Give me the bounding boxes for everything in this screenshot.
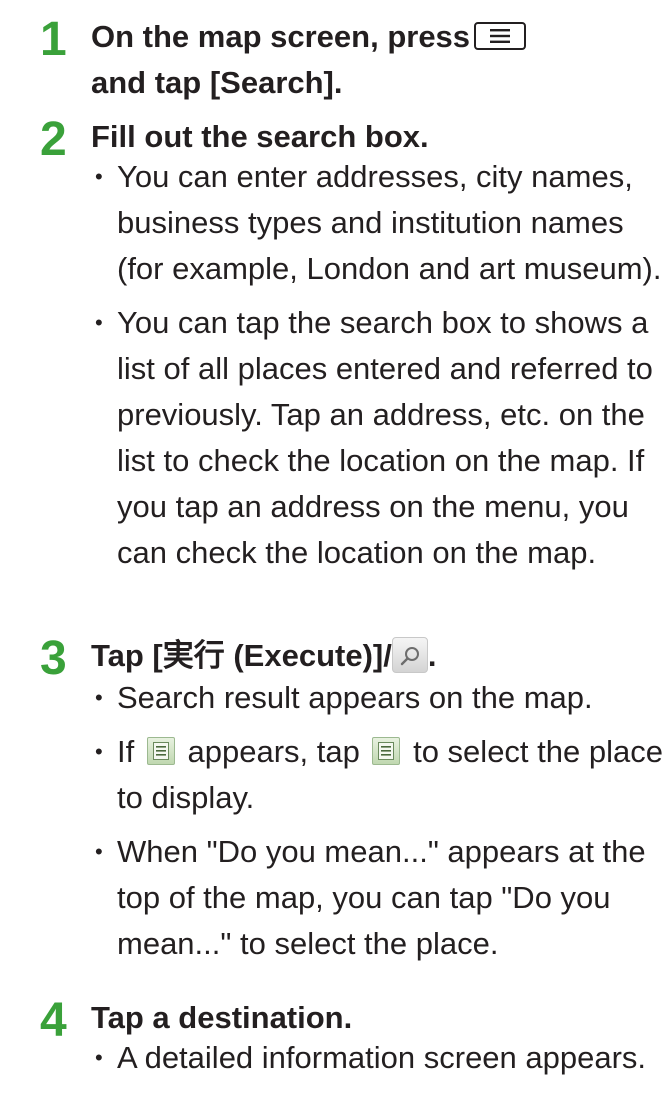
list-item: You can tap the search box to shows a li… [91,300,663,576]
step-4: 4 Tap a destination. A detailed informat… [0,995,666,1115]
step-3: 3 Tap [実行 (Execute)]/. Search result app… [0,633,666,983]
step-title: Tap [実行 (Execute)]/. [91,633,436,679]
list-item: If appears, tap to select the place to d… [91,729,663,821]
bullet-list: Search result appears on the map. If app… [91,675,663,967]
list-icon [372,736,401,765]
bullet-list: A detailed information screen appears. [91,1035,663,1081]
step-title-period: . [427,638,437,673]
step-1: 1 On the map screen, press and tap [Sear… [0,14,666,110]
step-title: On the map screen, press and tap [Search… [91,14,527,106]
list-icon [146,736,175,765]
list-item: A detailed information screen appears. [91,1035,663,1081]
step-2: 2 Fill out the search box. You can enter… [0,114,666,624]
step-number: 3 [40,632,67,685]
step-title-line-1: On the map screen, press [91,19,471,54]
instruction-page: 1 On the map screen, press and tap [Sear… [0,0,666,1116]
bullet-list: You can enter addresses, city names, bus… [91,154,663,576]
list-item: You can enter addresses, city names, bus… [91,154,663,292]
list-item: When "Do you mean..." appears at the top… [91,829,663,967]
list-item: Search result appears on the map. [91,675,663,721]
search-icon [391,636,428,673]
menu-key-icon [474,21,527,50]
step-title-line-2: and tap [Search]. [91,65,343,100]
step-number: 1 [40,13,67,66]
bullet-text-before: If [117,734,135,769]
step-title-text: Tap [実行 (Execute)]/ [91,638,392,673]
step-number: 4 [40,994,67,1047]
bullet-text-middle: appears, tap [187,734,360,769]
step-number: 2 [40,113,67,166]
